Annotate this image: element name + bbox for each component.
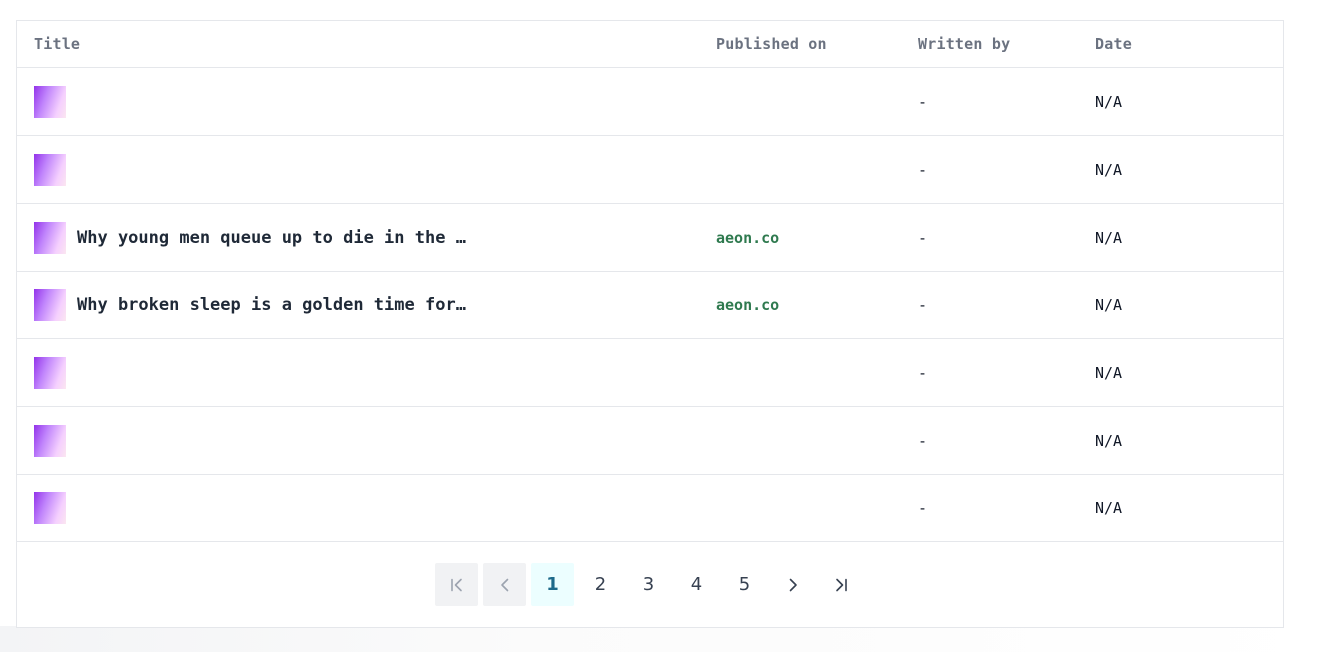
article-thumbnail: [34, 289, 66, 321]
page-button-1[interactable]: 1: [531, 563, 574, 606]
title-cell: Why broken sleep is a golden time for…: [34, 272, 466, 338]
previous-page-button[interactable]: [483, 563, 526, 606]
table-row[interactable]: - N/A: [17, 475, 1283, 542]
table-row[interactable]: - N/A: [17, 136, 1283, 204]
written-by-cell: -: [918, 68, 927, 135]
author-text: -: [918, 499, 928, 517]
articles-table: Title Published on Written by Date - N/A…: [16, 20, 1284, 628]
written-by-cell: -: [918, 204, 927, 271]
first-page-icon: [449, 577, 465, 593]
author-text: -: [918, 431, 928, 450]
author-text: -: [918, 296, 928, 314]
article-thumbnail: [34, 356, 66, 389]
date-cell: N/A: [1095, 68, 1122, 135]
source-link[interactable]: aeon.co: [716, 296, 779, 314]
date-cell: N/A: [1095, 272, 1122, 338]
date-text: N/A: [1095, 160, 1123, 179]
column-header-title[interactable]: Title: [34, 21, 80, 67]
written-by-cell: -: [918, 407, 927, 474]
date-text: N/A: [1095, 92, 1123, 111]
written-by-cell: -: [918, 136, 927, 203]
table-row[interactable]: - N/A: [17, 68, 1283, 136]
date-cell: N/A: [1095, 407, 1122, 474]
article-thumbnail: [34, 221, 66, 254]
author-text: -: [918, 228, 928, 247]
written-by-cell: -: [918, 339, 927, 406]
pagination: 1 2 3 4 5: [435, 563, 862, 606]
chevron-right-icon: [785, 577, 801, 593]
page-button-4[interactable]: 4: [675, 563, 718, 606]
author-text: -: [918, 92, 928, 111]
page-footer-shade: [0, 626, 1328, 652]
published-on-cell: aeon.co: [716, 272, 779, 338]
title-cell: [34, 475, 77, 541]
published-on-cell: aeon.co: [716, 204, 779, 271]
chevron-left-icon: [497, 577, 513, 593]
page-button-2[interactable]: 2: [579, 563, 622, 606]
table-header-row: Title Published on Written by Date: [17, 21, 1283, 68]
next-page-button[interactable]: [771, 563, 814, 606]
column-header-date[interactable]: Date: [1095, 21, 1132, 67]
last-page-icon: [833, 577, 849, 593]
date-text: N/A: [1095, 228, 1123, 247]
table-row[interactable]: Why broken sleep is a golden time for… a…: [17, 272, 1283, 339]
title-cell: [34, 68, 77, 135]
title-cell: [34, 339, 77, 406]
date-cell: N/A: [1095, 204, 1122, 271]
date-text: N/A: [1095, 296, 1123, 314]
title-cell: [34, 407, 77, 474]
column-header-published-on[interactable]: Published on: [716, 21, 827, 67]
article-thumbnail: [34, 492, 66, 524]
page-button-5[interactable]: 5: [723, 563, 766, 606]
article-thumbnail: [34, 153, 66, 186]
article-title[interactable]: Why young men queue up to die in the …: [77, 228, 466, 248]
date-text: N/A: [1095, 431, 1123, 450]
article-thumbnail: [34, 85, 66, 118]
table-row[interactable]: Why young men queue up to die in the … a…: [17, 204, 1283, 272]
last-page-button[interactable]: [819, 563, 862, 606]
page-button-3[interactable]: 3: [627, 563, 670, 606]
title-cell: Why young men queue up to die in the …: [34, 204, 466, 271]
written-by-cell: -: [918, 272, 927, 338]
title-cell: [34, 136, 77, 203]
author-text: -: [918, 160, 928, 179]
written-by-cell: -: [918, 475, 927, 541]
article-thumbnail: [34, 424, 66, 457]
date-text: N/A: [1095, 499, 1123, 517]
table-row[interactable]: - N/A: [17, 339, 1283, 407]
date-text: N/A: [1095, 363, 1123, 382]
author-text: -: [918, 363, 928, 382]
source-link[interactable]: aeon.co: [716, 229, 779, 247]
table-row[interactable]: - N/A: [17, 407, 1283, 475]
date-cell: N/A: [1095, 475, 1122, 541]
column-header-written-by[interactable]: Written by: [918, 21, 1010, 67]
date-cell: N/A: [1095, 339, 1122, 406]
article-title[interactable]: Why broken sleep is a golden time for…: [77, 295, 466, 315]
date-cell: N/A: [1095, 136, 1122, 203]
first-page-button[interactable]: [435, 563, 478, 606]
